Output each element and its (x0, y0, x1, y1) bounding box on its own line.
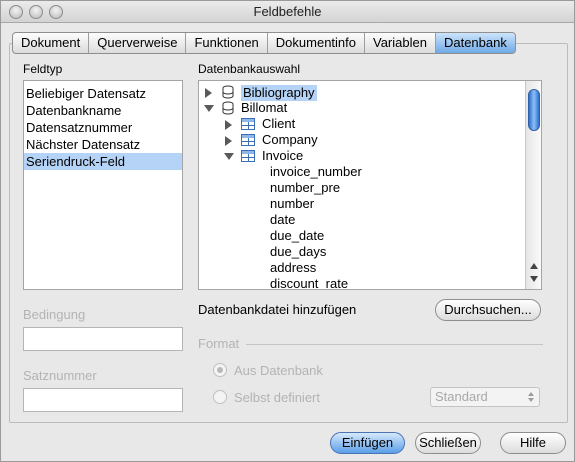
feldtyp-list[interactable]: Beliebiger Datensatz Datenbankname Daten… (23, 80, 183, 290)
format-separator (246, 344, 543, 345)
tab-dokumentinfo[interactable]: Dokumentinfo (268, 33, 365, 53)
tab-datenbank[interactable]: Datenbank (435, 33, 515, 53)
radio-selbst-definiert-label: Selbst definiert (234, 390, 320, 405)
tree-field[interactable]: address (270, 260, 316, 276)
collapse-arrow-icon[interactable] (204, 105, 214, 112)
tab-dokument[interactable]: Dokument (13, 33, 90, 53)
scroll-thumb[interactable] (528, 89, 540, 131)
scroll-up-icon[interactable] (530, 263, 538, 269)
tree-item-company[interactable]: Company (262, 132, 318, 148)
list-item[interactable]: Beliebiger Datensatz (24, 85, 182, 102)
format-select[interactable]: Standard (430, 387, 540, 407)
tree-field[interactable]: discount_rate (270, 276, 348, 289)
table-icon (241, 134, 255, 146)
database-tree[interactable]: Bibliography Billomat Client Company Inv… (198, 80, 542, 290)
tab-funktionen[interactable]: Funktionen (186, 33, 268, 53)
list-item[interactable]: Datenbankname (24, 102, 182, 119)
window-title: Feldbefehle (253, 4, 322, 19)
format-select-value: Standard (435, 389, 488, 404)
feldtyp-label: Feldtyp (23, 62, 63, 76)
datenbankauswahl-label: Datenbankauswahl (198, 62, 301, 76)
table-icon (241, 118, 255, 130)
tree-field[interactable]: due_date (270, 228, 324, 244)
titlebar: Feldbefehle (1, 1, 574, 23)
radio-selbst-definiert[interactable] (213, 390, 227, 404)
tree-field[interactable]: date (270, 212, 295, 228)
tree-field[interactable]: number (270, 196, 314, 212)
bedingung-label: Bedingung (23, 307, 86, 322)
expand-arrow-icon[interactable] (205, 88, 212, 98)
list-item[interactable]: Nächster Datensatz (24, 136, 182, 153)
tree-scrollbar[interactable] (525, 81, 541, 289)
scroll-down-icon[interactable] (530, 276, 538, 282)
add-db-label: Datenbankdatei hinzufügen (198, 302, 357, 317)
tab-querverweise[interactable]: Querverweise (89, 33, 187, 53)
tab-variablen[interactable]: Variablen (365, 33, 436, 53)
tree-field[interactable]: number_pre (270, 180, 340, 196)
tree-item-invoice[interactable]: Invoice (262, 148, 303, 164)
list-item[interactable]: Datensatznummer (24, 119, 182, 136)
expand-arrow-icon[interactable] (225, 136, 232, 146)
insert-button[interactable]: Einfügen (330, 432, 405, 454)
tree-item-bibliography[interactable]: Bibliography (241, 85, 317, 101)
collapse-arrow-icon[interactable] (224, 153, 234, 160)
satznummer-field[interactable] (23, 388, 183, 412)
tree-item-client[interactable]: Client (262, 116, 295, 132)
radio-aus-datenbank[interactable] (213, 363, 227, 377)
tree-field[interactable]: due_days (270, 244, 326, 260)
format-label: Format (198, 336, 240, 351)
tab-bar: Dokument Querverweise Funktionen Dokumen… (12, 32, 516, 54)
tree-item-billomat[interactable]: Billomat (241, 100, 287, 116)
table-icon (241, 150, 255, 162)
bedingung-field[interactable] (23, 327, 183, 351)
browse-button[interactable]: Durchsuchen... (435, 299, 541, 321)
list-item-selected[interactable]: Seriendruck-Feld (24, 153, 182, 170)
database-icon (222, 85, 234, 99)
help-button[interactable]: Hilfe (500, 432, 566, 454)
close-button[interactable]: Schließen (415, 432, 481, 454)
dialog-window: Feldbefehle Dokument Querverweise Funkti… (0, 0, 575, 462)
tree-field[interactable]: invoice_number (270, 164, 362, 180)
updown-arrows-icon (528, 392, 534, 402)
satznummer-label: Satznummer (23, 368, 97, 383)
database-icon (222, 101, 234, 115)
expand-arrow-icon[interactable] (225, 120, 232, 130)
radio-aus-datenbank-label: Aus Datenbank (234, 363, 323, 378)
